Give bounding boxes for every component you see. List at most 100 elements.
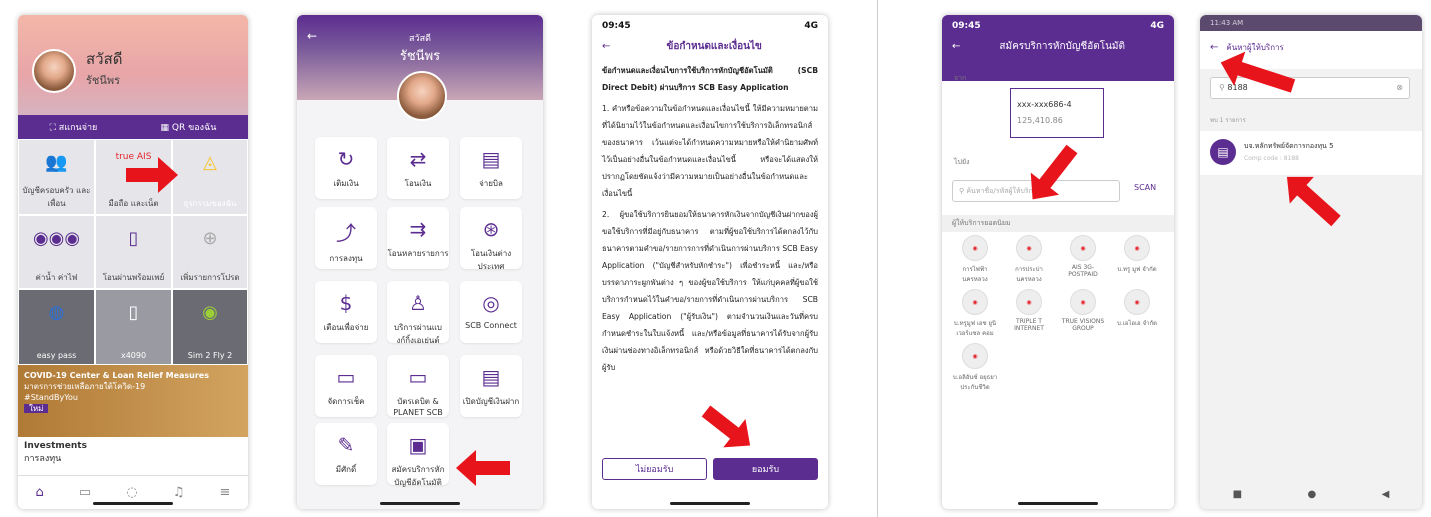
banner-title: COVID-19 Center & Loan Relief Measures (24, 371, 209, 380)
menu-item-label: จัดการเช็ค (327, 397, 365, 406)
terms-heading: ข้อกำหนดและเงื่อนไขการใช้บริการหักบัญชีอ… (602, 66, 818, 92)
biller-item[interactable]: ◉ การไฟฟ้านครหลวง (950, 235, 1000, 284)
menu-item[interactable]: ▣ สมัครบริการหักบัญชีอัตโนมัติ (387, 423, 449, 487)
menu-item[interactable]: ↻ เติมเงิน (315, 137, 377, 199)
home-indicator (93, 502, 173, 505)
menu-item[interactable]: ▭ บัตรเดบิต & PLANET SCB (387, 355, 449, 417)
user-name: รัชนีพร (86, 74, 121, 87)
menu-item[interactable]: ▤ จ่ายบิล (460, 137, 522, 199)
biller-item[interactable]: ◉ TRIPLE T INTERNET (1004, 289, 1054, 332)
biller-label: บ.อลิอันซ์ อยุธยา ประกันชีวิต (952, 374, 998, 391)
divider (877, 0, 878, 517)
menu-item[interactable]: ▤ เปิดบัญชีเงินฝาก (460, 355, 522, 417)
accept-button[interactable]: ยอมรับ (713, 458, 818, 480)
tile-promptpay[interactable]: ▯ โอนผ่านพร้อมเพย์ (95, 215, 172, 289)
biller-item[interactable]: ◉ การประปานครหลวง (1004, 235, 1054, 284)
new-badge: ใหม่ (24, 404, 49, 413)
biller-item[interactable]: ◉ บ.เอไอเอ จำกัด (1112, 289, 1162, 328)
my-qr-button[interactable]: ▦ QR ของฉัน (161, 120, 217, 134)
menu-item-label: เตือนเพื่อจ่าย (323, 323, 369, 332)
menu-item[interactable]: ⇉ โอนหลายรายการ (387, 207, 449, 269)
back-arrow-icon[interactable]: ← (1210, 42, 1218, 53)
menu-item-label: โอนเงิน (404, 179, 432, 188)
biller-logo-icon: ◉ (1070, 289, 1096, 315)
biller-label: บ.ทรู มูฟ จำกัด (1117, 266, 1157, 273)
menu-item[interactable]: ⊛ โอนเงินต่างประเทศ (460, 207, 522, 271)
biller-item[interactable]: ◉ บ.ทรู มูฟ จำกัด (1112, 235, 1162, 274)
menu-icon: ⇉ (409, 217, 427, 241)
menu-item[interactable]: ✎ มีศักดิ์ (315, 423, 377, 485)
scan-bar: ⛶ สแกนจ่าย ▦ QR ของฉัน (18, 115, 248, 139)
arrow-annotation (470, 461, 510, 475)
menu-icon[interactable]: ≡ (219, 485, 230, 500)
menu-icon: $ (339, 291, 353, 315)
menu-icon: ⤴ (336, 221, 356, 245)
screen-search-biller: 11:43 AM ← ค้นหาผู้ให้บริการ ⚲ 8188 ⊗ พบ … (1200, 15, 1422, 509)
card-icon[interactable]: ▭ (79, 485, 91, 500)
biller-logo-icon: ◉ (1016, 289, 1042, 315)
menu-item-label: เปิดบัญชีเงินฝาก (462, 397, 520, 406)
biller-logo-icon: ◉ (1070, 235, 1096, 261)
menu-icon: ✎ (337, 433, 355, 457)
ais-icon: ◉ (202, 302, 218, 323)
menu-icon: ♙ (409, 291, 427, 315)
tile-x4090[interactable]: ▯ x4090 (95, 289, 172, 365)
plus-icon: ⊕ (202, 228, 218, 249)
scan-button[interactable]: SCAN (1134, 183, 1156, 192)
avatar[interactable] (32, 49, 76, 93)
menu-item-label: บริการผ่านแบงก์กิ้งเอเย่นต์ (394, 323, 442, 345)
biller-logo-icon: ▤ (1210, 139, 1236, 165)
account-card[interactable]: xxx-xxx686-4 125,410.86 (1010, 88, 1104, 138)
back-icon[interactable]: ◀ (1382, 489, 1390, 500)
menu-item[interactable]: ◎ SCB Connect (460, 281, 522, 343)
back-arrow-icon[interactable]: ← (952, 41, 960, 52)
tile-utilities[interactable]: ◉◉◉ ค่าน้ำ ค่าไฟ (18, 215, 95, 289)
menu-item[interactable]: ⇄ โอนเงิน (387, 137, 449, 199)
back-arrow-icon[interactable]: ← (602, 41, 610, 52)
bell-icon[interactable]: ♫ (173, 485, 185, 500)
scan-icon[interactable]: ◌ (126, 485, 137, 500)
tile-add-favorite[interactable]: ⊕ เพิ่มรายการโปรด (172, 215, 248, 289)
tile-my-transactions[interactable]: ◬ ธุรกรรมของฉัน (172, 139, 248, 215)
covid-banner[interactable]: COVID-19 Center & Loan Relief Measures ม… (18, 365, 248, 437)
menu-item-label: เติมเงิน (333, 179, 359, 188)
biller-label: บ.ทรูมูฟ เอช ยูนิเวอร์แซล คอม (953, 320, 997, 337)
tile-family[interactable]: 👥 บัญชีครอบครัว และเพื่อน (18, 139, 95, 215)
menu-item-label: สมัครบริการหักบัญชีอัตโนมัติ (391, 465, 445, 487)
terms-paragraph-1: 1. คำหรือข้อความในข้อกำหนดและเงื่อนไขนี้… (602, 104, 818, 198)
result-name: บจ.หลักทรัพย์จัดการกองทุน 5 (1244, 142, 1334, 150)
avatar[interactable] (397, 71, 447, 121)
terms-paragraph-2: 2. ผู้ขอใช้บริการยินยอมให้ธนาคารหักเงินจ… (602, 210, 818, 372)
investments-card[interactable]: Investments การลงทุน (18, 437, 248, 475)
biller-item[interactable]: ◉ บ.อลิอันซ์ อยุธยา ประกันชีวิต (950, 343, 1000, 392)
biller-item[interactable]: ◉ TRUE VISIONS GROUP (1058, 289, 1108, 332)
scan-pay-button[interactable]: ⛶ สแกนจ่าย (50, 120, 98, 134)
decline-button[interactable]: ไม่ยอมรับ (602, 458, 707, 480)
search-input[interactable]: ⚲ 8188 ⊗ (1210, 77, 1410, 99)
tile-easy-pass[interactable]: ◍ easy pass (18, 289, 95, 365)
account-number: xxx-xxx686-4 (1017, 100, 1072, 109)
menu-item[interactable]: ⤴ การลงทุน (315, 207, 377, 269)
people-icon: 👥 (45, 152, 68, 173)
status-bar: 09:45 4G (602, 21, 818, 31)
menu-item[interactable]: ♙ บริการผ่านแบงก์กิ้งเอเย่นต์ (387, 281, 449, 345)
clear-icon[interactable]: ⊗ (1396, 83, 1403, 92)
recents-icon[interactable]: ■ (1233, 489, 1242, 500)
banner-subtitle: มาตรการช่วยเหลือภายใต้โควิด-19 (24, 382, 146, 391)
scb-logo-icon: ◬ (203, 152, 217, 173)
tile-sim2fly[interactable]: ◉ Sim 2 Fly 2 (172, 289, 248, 365)
home-icon[interactable]: ⌂ (36, 485, 44, 500)
utility-logos-icon: ◉◉◉ (32, 228, 81, 249)
arrow-annotation (126, 157, 178, 193)
to-label: ไปยัง (954, 158, 970, 166)
billers-title: ผู้ให้บริการยอดนิยม (942, 215, 1174, 232)
list-item[interactable]: ▤ บจ.หลักทรัพย์จัดการกองทุน 5 Comp code … (1200, 131, 1422, 175)
menu-icon: ▭ (336, 365, 356, 389)
menu-item-label: บัตรเดบิต & PLANET SCB (393, 397, 443, 417)
home-icon[interactable]: ● (1307, 489, 1316, 500)
biller-item[interactable]: ◉ บ.ทรูมูฟ เอช ยูนิเวอร์แซล คอม (950, 289, 1000, 338)
menu-item[interactable]: $ เตือนเพื่อจ่าย (315, 281, 377, 343)
menu-item[interactable]: ▭ จัดการเช็ค (315, 355, 377, 417)
biller-item[interactable]: ◉ AIS 3G-POSTPAID (1058, 235, 1108, 278)
status-bar: 11:43 AM (1200, 15, 1422, 31)
